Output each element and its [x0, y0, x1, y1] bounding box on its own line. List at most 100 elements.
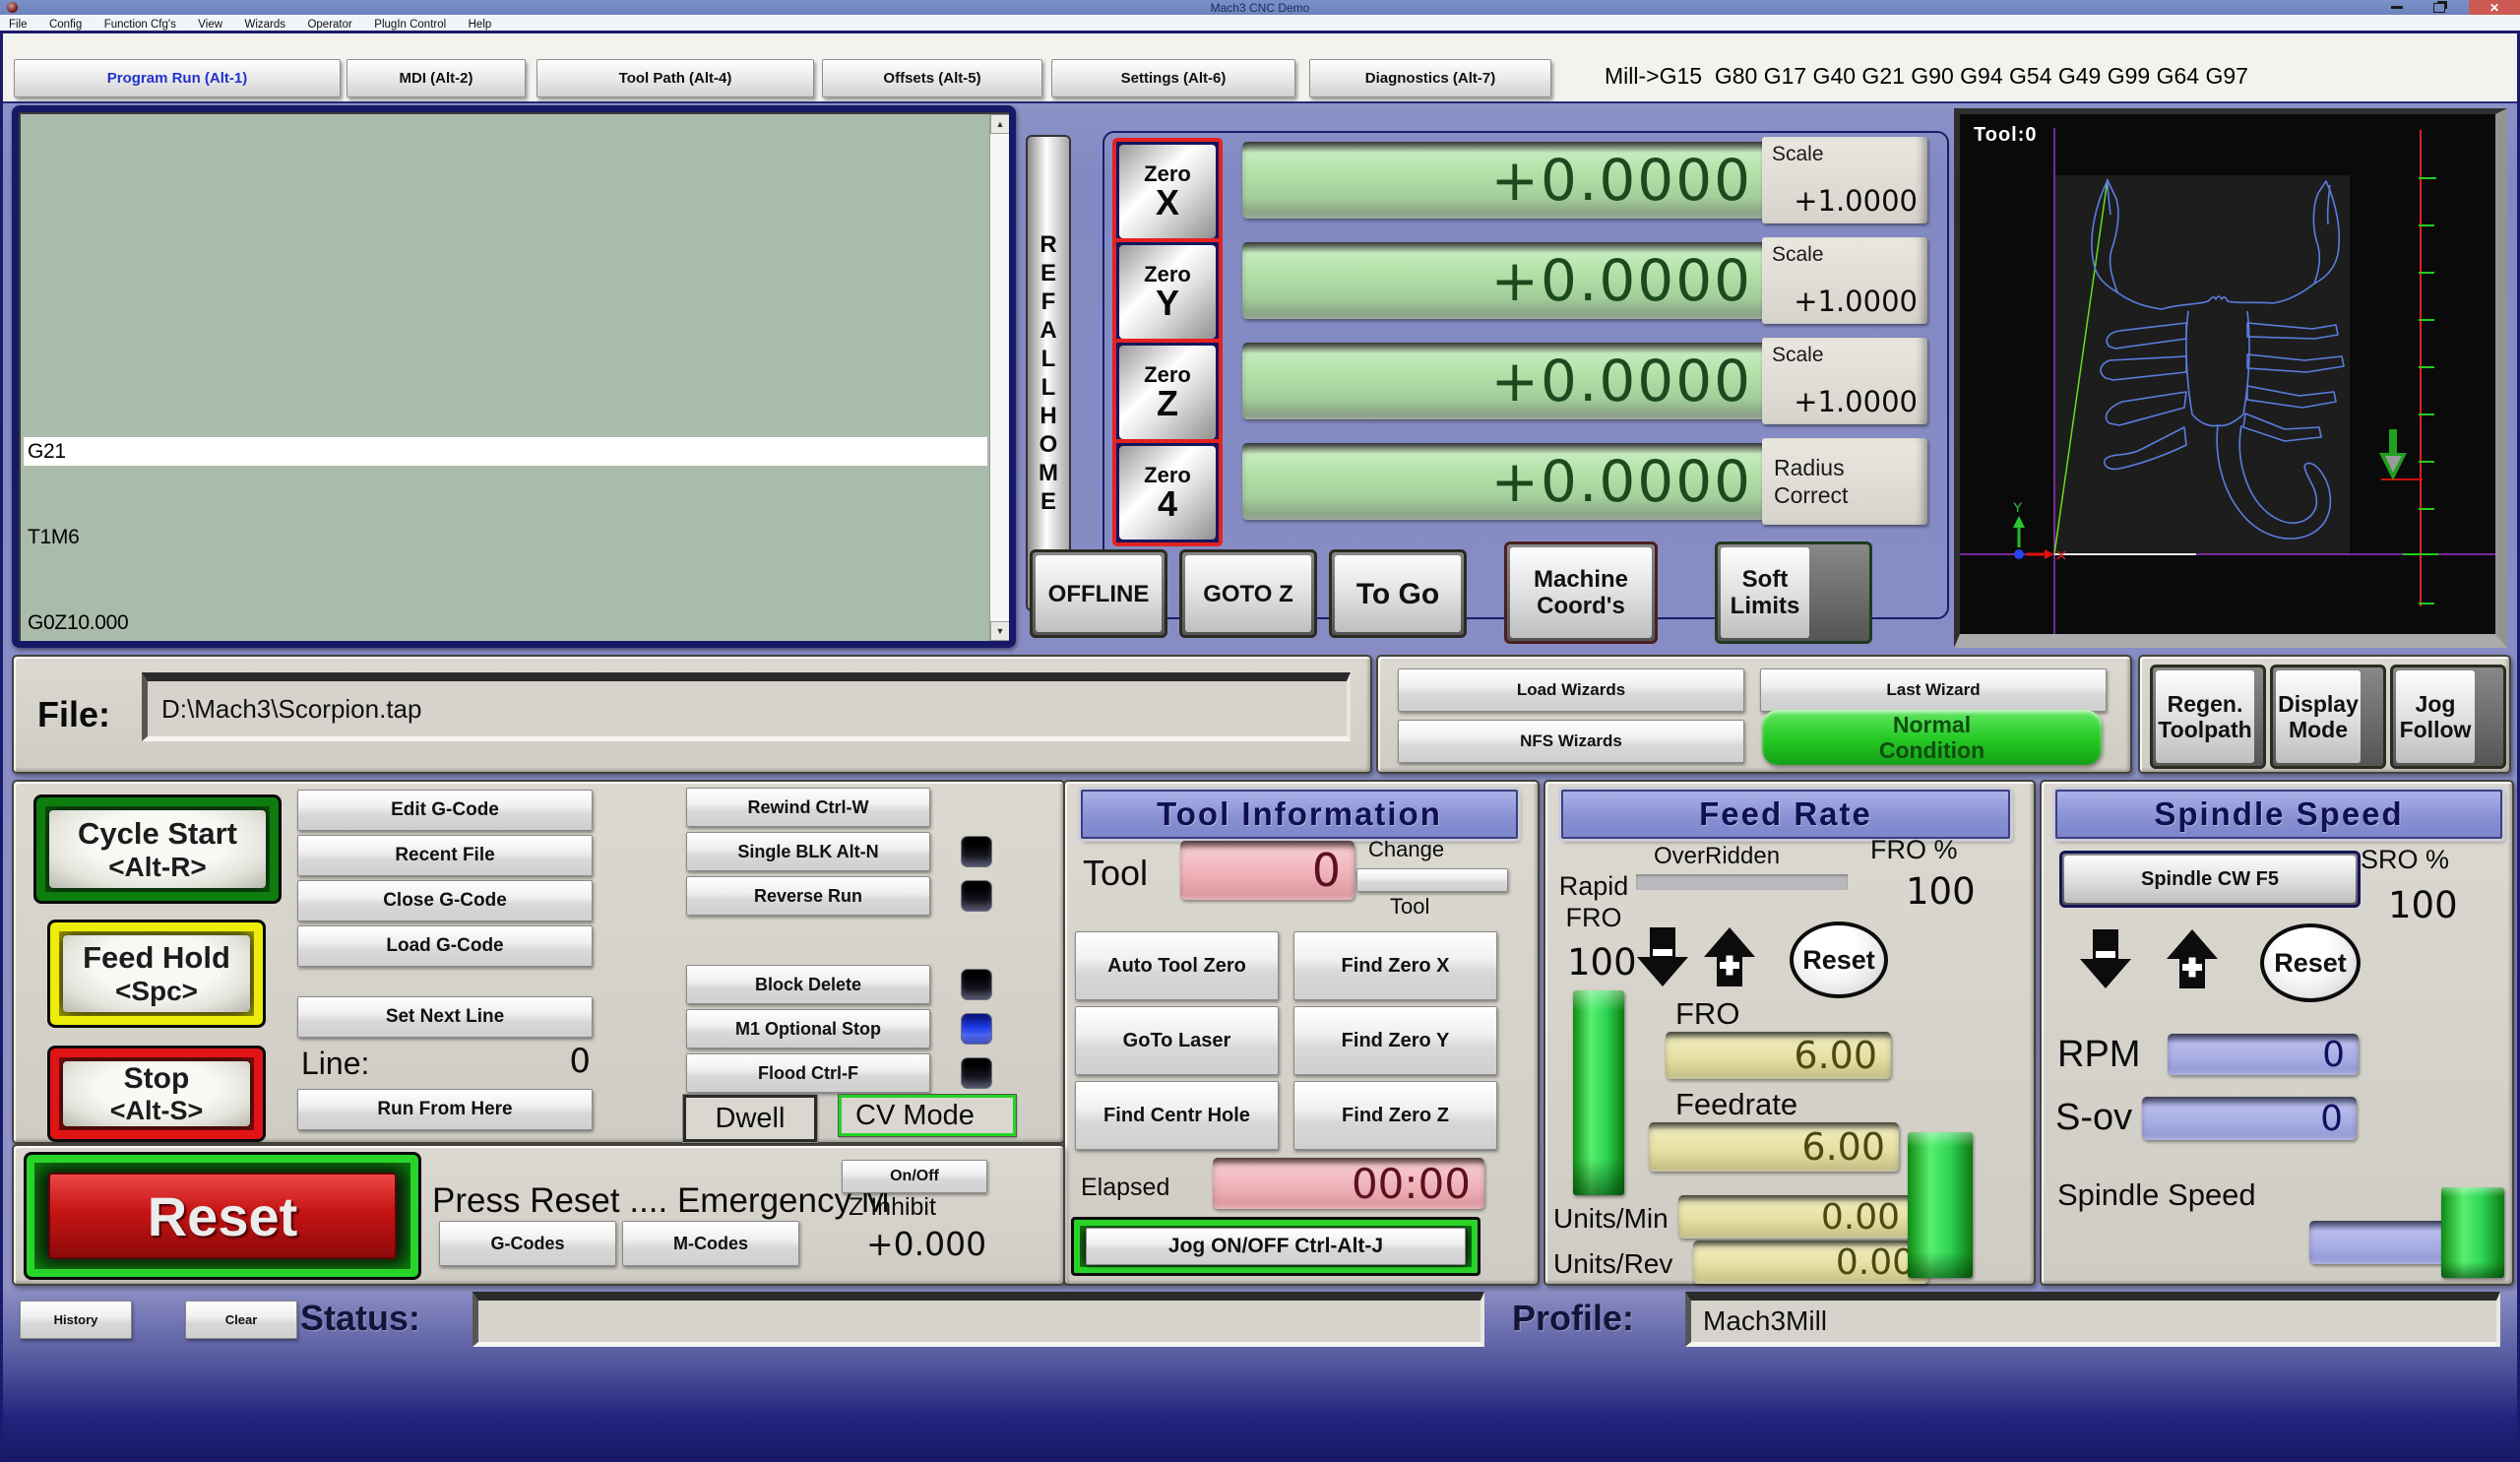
gcode-list[interactable]: G21 T1M6 G0Z10.000 G0X0.000Y0.000S10000M…	[19, 112, 1009, 641]
gcode-scrollbar[interactable]: ▲ ▼	[989, 114, 1009, 641]
scroll-down-icon[interactable]: ▼	[990, 621, 1009, 641]
sro-reset-button[interactable]: Reset	[2260, 923, 2361, 1002]
menu-wizards[interactable]: Wizards	[235, 18, 294, 32]
x-scale-box[interactable]: Scale +1.0000	[1762, 137, 1927, 223]
fro-reset-button[interactable]: Reset	[1790, 922, 1888, 998]
toolpath-display[interactable]: Y	[1954, 108, 2507, 648]
gcode-line-current[interactable]: G21	[24, 437, 987, 466]
edit-gcode-button[interactable]: Edit G-Code	[297, 790, 593, 831]
mcodes-button[interactable]: M-Codes	[622, 1221, 799, 1266]
y-scale-box[interactable]: Scale +1.0000	[1762, 237, 1927, 324]
find-zero-z-button[interactable]: Find Zero Z	[1293, 1081, 1497, 1150]
menu-config[interactable]: Config	[40, 18, 91, 32]
zero-4-button[interactable]: Zero4	[1112, 439, 1223, 546]
ref-all-home-button[interactable]: REF ALL HOME	[1026, 135, 1071, 611]
block-delete-button[interactable]: Block Delete	[686, 965, 930, 1004]
spindle-cw-button[interactable]: Spindle CW F5	[2064, 856, 2356, 903]
scroll-up-icon[interactable]: ▲	[990, 114, 1009, 134]
menu-file[interactable]: File	[0, 18, 36, 32]
zero-z-button[interactable]: ZeroZ	[1112, 339, 1223, 446]
onoff-button[interactable]: On/Off	[842, 1160, 987, 1193]
close-button[interactable]: ✕	[2469, 0, 2520, 15]
recent-file-button[interactable]: Recent File	[297, 835, 593, 876]
fro-pct-value: 100	[1906, 870, 1976, 913]
close-gcode-button[interactable]: Close G-Code	[297, 880, 593, 922]
z-scale-box[interactable]: Scale +1.0000	[1762, 338, 1927, 424]
tab-mdi[interactable]: MDI (Alt-2)	[346, 59, 526, 97]
spindle-speed-title: Spindle Speed	[2055, 790, 2502, 839]
menu-plugin-control[interactable]: PlugIn Control	[365, 18, 455, 32]
tab-program-run[interactable]: Program Run (Alt-1)	[14, 59, 341, 97]
feed-rate-title: Feed Rate	[1561, 790, 2010, 839]
m1-optional-stop-button[interactable]: M1 Optional Stop	[686, 1009, 930, 1049]
tool-number-dro[interactable]: 0	[1180, 841, 1354, 900]
flood-led	[961, 1057, 992, 1089]
y-axis-dro[interactable]: +0.0000	[1242, 242, 1770, 319]
tab-tool-path[interactable]: Tool Path (Alt-4)	[536, 59, 814, 97]
tab-offsets[interactable]: Offsets (Alt-5)	[822, 59, 1042, 97]
cycle-start-button[interactable]: Cycle Start<Alt-R>	[33, 795, 282, 904]
reset-button[interactable]: Reset	[24, 1152, 421, 1280]
fro-dro[interactable]: 6.00	[1666, 1032, 1891, 1079]
fro-increase-icon[interactable]	[1701, 925, 1758, 988]
machine-coords-button[interactable]: Machine Coord's	[1504, 541, 1658, 644]
set-next-line-button[interactable]: Set Next Line	[297, 996, 593, 1038]
fro-decrease-icon[interactable]	[1634, 925, 1691, 988]
rewind-button[interactable]: Rewind Ctrl-W	[686, 788, 930, 827]
status-label: Status:	[300, 1298, 420, 1339]
menu-help[interactable]: Help	[460, 18, 501, 32]
auto-tool-zero-button[interactable]: Auto Tool Zero	[1075, 931, 1279, 1000]
radius-correct-box[interactable]: Radius Correct	[1762, 438, 1927, 525]
zero-y-button[interactable]: ZeroY	[1112, 238, 1223, 346]
feed-hold-button[interactable]: Feed Hold<Spc>	[47, 920, 266, 1028]
display-mode-button[interactable]: Display Mode	[2270, 665, 2386, 769]
history-button[interactable]: History	[20, 1301, 132, 1339]
menu-function-cfgs[interactable]: Function Cfg's	[95, 18, 185, 32]
jog-follow-button[interactable]: Jog Follow	[2390, 665, 2506, 769]
fro-slider[interactable]	[1573, 990, 1624, 1195]
find-zero-x-button[interactable]: Find Zero X	[1293, 931, 1497, 1000]
z-axis-dro[interactable]: +0.0000	[1242, 343, 1770, 419]
clear-button[interactable]: Clear	[185, 1301, 297, 1339]
flood-button[interactable]: Flood Ctrl-F	[686, 1053, 930, 1093]
single-blk-button[interactable]: Single BLK Alt-N	[686, 832, 930, 871]
soft-limits-button[interactable]: Soft Limits	[1715, 541, 1872, 644]
menu-operator[interactable]: Operator	[298, 18, 360, 32]
minimize-button[interactable]	[2377, 0, 2417, 15]
program-control-panel: Cycle Start<Alt-R> Feed Hold<Spc> Stop<A…	[12, 780, 1065, 1144]
offline-button[interactable]: OFFLINE	[1030, 549, 1167, 638]
gcode-line[interactable]: T1M6	[24, 523, 987, 551]
goto-laser-button[interactable]: GoTo Laser	[1075, 1006, 1279, 1075]
feedrate-slider[interactable]	[1908, 1132, 1973, 1278]
menu-view[interactable]: View	[189, 18, 231, 32]
find-centr-hole-button[interactable]: Find Centr Hole	[1075, 1081, 1279, 1150]
gcodes-button[interactable]: G-Codes	[439, 1221, 616, 1266]
run-from-here-button[interactable]: Run From Here	[297, 1089, 593, 1130]
find-zero-y-button[interactable]: Find Zero Y	[1293, 1006, 1497, 1075]
reverse-run-button[interactable]: Reverse Run	[686, 876, 930, 916]
spindle-decrease-icon[interactable]	[2077, 927, 2134, 990]
last-wizard-button[interactable]: Last Wizard	[1760, 668, 2107, 712]
tab-settings[interactable]: Settings (Alt-6)	[1051, 59, 1295, 97]
change-tool-button[interactable]	[1356, 868, 1508, 892]
restore-button[interactable]	[2420, 0, 2459, 15]
goto-z-button[interactable]: GOTO Z	[1179, 549, 1317, 638]
spindle-slider[interactable]	[2441, 1187, 2504, 1278]
load-wizards-button[interactable]: Load Wizards	[1398, 668, 1744, 712]
elapsed-time-dro: 00:00	[1213, 1158, 1484, 1209]
stop-button[interactable]: Stop<Alt-S>	[47, 1046, 266, 1142]
load-gcode-button[interactable]: Load G-Code	[297, 925, 593, 967]
gcode-line[interactable]: G0Z10.000	[24, 608, 987, 637]
regen-toolpath-button[interactable]: Regen. Toolpath	[2150, 665, 2266, 769]
tab-diagnostics[interactable]: Diagnostics (Alt-7)	[1309, 59, 1551, 97]
x-axis-dro[interactable]: +0.0000	[1242, 142, 1770, 219]
file-path-field[interactable]: D:\Mach3\Scorpion.tap	[142, 672, 1351, 741]
jog-onoff-button[interactable]: Jog ON/OFF Ctrl-Alt-J	[1086, 1228, 1466, 1265]
condition-indicator[interactable]: Normal Condition	[1762, 710, 2102, 765]
rpm-label: RPM	[2057, 1034, 2140, 1076]
zero-x-button[interactable]: ZeroX	[1112, 138, 1223, 245]
a-axis-dro[interactable]: +0.0000	[1242, 443, 1770, 520]
nfs-wizards-button[interactable]: NFS Wizards	[1398, 720, 1744, 763]
spindle-increase-icon[interactable]	[2164, 927, 2221, 990]
to-go-button[interactable]: To Go	[1329, 549, 1467, 638]
